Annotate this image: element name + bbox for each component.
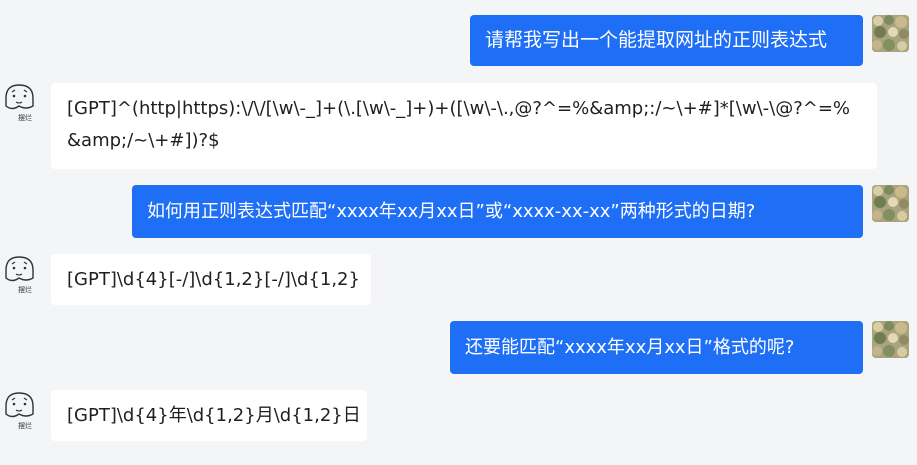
bot-message-bubble: [GPT]\d{4}年\d{1,2}月\d{1,2}日: [51, 390, 367, 441]
user-message-bubble: 还要能匹配“xxxx年xx月xx日”格式的呢?: [450, 321, 863, 374]
bot-avatar: 摆烂: [2, 390, 44, 430]
user-message-bubble: 如何用正则表达式匹配“xxxx年xx月xx日”或“xxxx-xx-xx”两种形式…: [132, 185, 863, 238]
svg-text:摆烂: 摆烂: [18, 421, 32, 430]
bot-avatar: 摆烂: [2, 82, 44, 122]
bot-message-bubble: [GPT]^(http|https):\/\/[\w\-_]+(\.[\w\-_…: [51, 83, 877, 169]
user-avatar: [872, 185, 909, 222]
svg-text:摆烂: 摆烂: [18, 285, 32, 294]
bot-message-bubble: [GPT]\d{4}[-/]\d{1,2}[-/]\d{1,2}: [51, 254, 371, 305]
user-avatar: [872, 321, 909, 358]
svg-text:摆烂: 摆烂: [18, 113, 32, 122]
user-message-bubble: 请帮我写出一个能提取网址的正则表达式: [470, 15, 863, 66]
user-avatar: [872, 15, 909, 52]
bot-avatar: 摆烂: [2, 254, 44, 294]
